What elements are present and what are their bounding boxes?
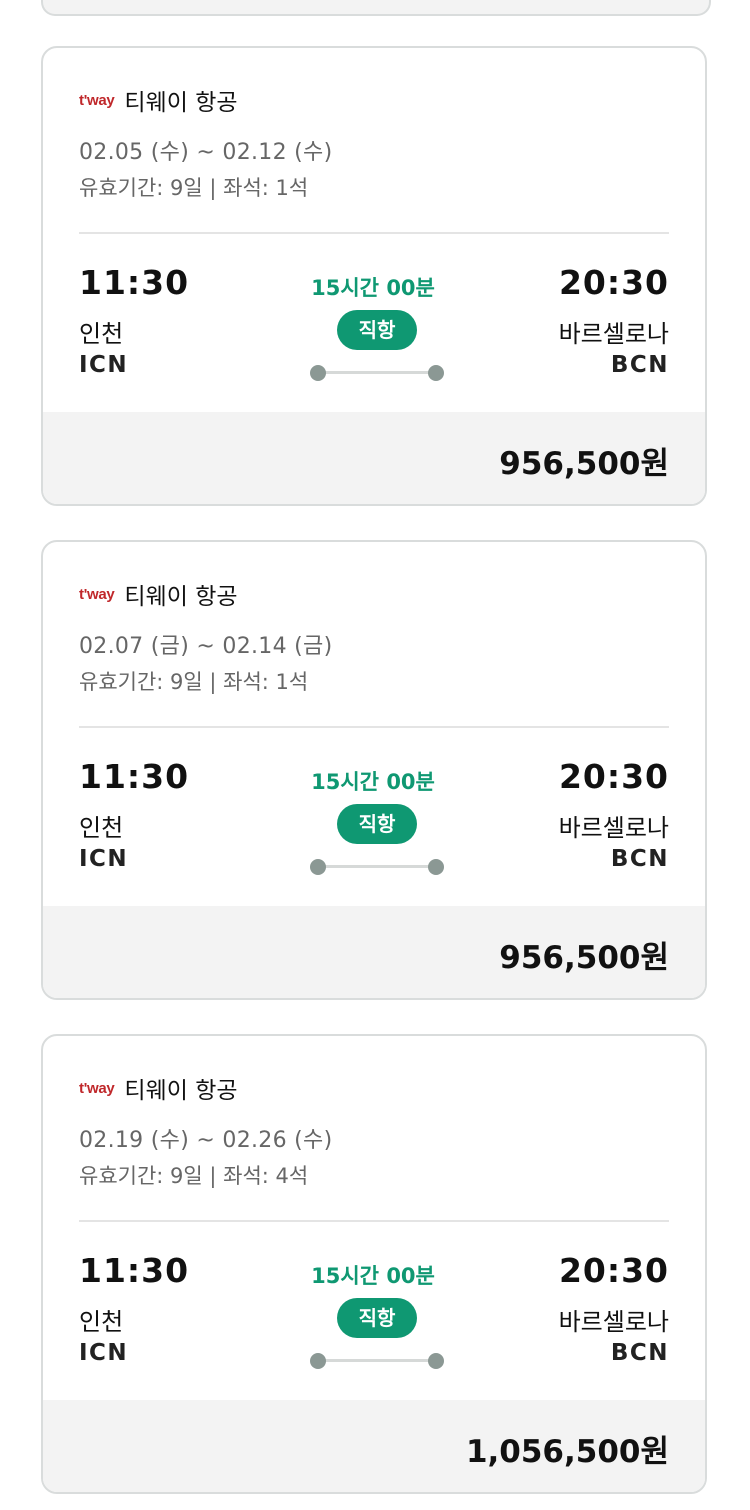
departure-city: 인천 [79,814,124,842]
airline-row: t'way 티웨이 항공 [79,86,238,116]
price-area: 956,500원 [43,412,705,504]
airline-row: t'way 티웨이 항공 [79,1074,238,1104]
flight-price: 956,500원 [499,446,669,482]
direct-flight-badge: 직항 [337,1298,417,1338]
origin-dot-icon [310,365,326,381]
validity-seats: 유효기간: 9일 | 좌석: 1석 [79,670,309,694]
price-area: 956,500원 [43,906,705,998]
card-divider [79,726,669,728]
arrival-code: BCN [610,1340,669,1366]
travel-date-range: 02.19 (수) ~ 02.26 (수) [79,1128,333,1153]
departure-code: ICN [79,846,129,872]
flight-price: 1,056,500원 [465,1434,669,1470]
departure-city: 인천 [79,1308,124,1336]
flight-card[interactable]: t'way 티웨이 항공 02.07 (금) ~ 02.14 (금) 유효기간:… [41,540,707,1000]
airline-logo: t'way [79,1079,115,1097]
price-area: 1,056,500원 [43,1400,705,1492]
validity-seats: 유효기간: 9일 | 좌석: 4석 [79,1164,309,1188]
airline-logo: t'way [79,585,115,603]
flight-results-page: t'way 티웨이 항공 02.05 (수) ~ 02.12 (수) 유효기간:… [0,0,750,1510]
arrival-time: 20:30 [558,263,669,302]
arrival-code: BCN [610,846,669,872]
validity-seats: 유효기간: 9일 | 좌석: 1석 [79,176,309,200]
direct-flight-badge: 직항 [337,310,417,350]
flight-card[interactable]: t'way 티웨이 항공 02.19 (수) ~ 02.26 (수) 유효기간:… [41,1034,707,1494]
flight-card-body: t'way 티웨이 항공 02.19 (수) ~ 02.26 (수) 유효기간:… [43,1036,705,1404]
previous-flight-card[interactable] [41,0,711,16]
arrival-city: 바르셀로나 [558,320,669,348]
departure-city: 인천 [79,320,124,348]
origin-dot-icon [310,1353,326,1369]
departure-code: ICN [79,1340,129,1366]
arrival-city: 바르셀로나 [558,1308,669,1336]
airline-row: t'way 티웨이 항공 [79,580,238,610]
arrival-code: BCN [610,352,669,378]
destination-dot-icon [428,365,444,381]
flight-card[interactable]: t'way 티웨이 항공 02.05 (수) ~ 02.12 (수) 유효기간:… [41,46,707,506]
direct-flight-badge: 직항 [337,804,417,844]
route-line-icon [310,859,444,875]
destination-dot-icon [428,859,444,875]
card-divider [79,1220,669,1222]
card-divider [79,232,669,234]
route-line-icon [310,1353,444,1369]
departure-code: ICN [79,352,129,378]
flight-card-body: t'way 티웨이 항공 02.05 (수) ~ 02.12 (수) 유효기간:… [43,48,705,416]
arrival-time: 20:30 [558,757,669,796]
arrival-time: 20:30 [558,1251,669,1290]
airline-name: 티웨이 항공 [124,1078,238,1104]
destination-dot-icon [428,1353,444,1369]
travel-date-range: 02.05 (수) ~ 02.12 (수) [79,140,333,165]
airline-name: 티웨이 항공 [124,90,238,116]
airline-name: 티웨이 항공 [124,584,238,610]
airline-logo: t'way [79,91,115,109]
flight-card-body: t'way 티웨이 항공 02.07 (금) ~ 02.14 (금) 유효기간:… [43,542,705,910]
route-line-icon [310,365,444,381]
flight-price: 956,500원 [499,940,669,976]
travel-date-range: 02.07 (금) ~ 02.14 (금) [79,634,333,659]
origin-dot-icon [310,859,326,875]
arrival-city: 바르셀로나 [558,814,669,842]
